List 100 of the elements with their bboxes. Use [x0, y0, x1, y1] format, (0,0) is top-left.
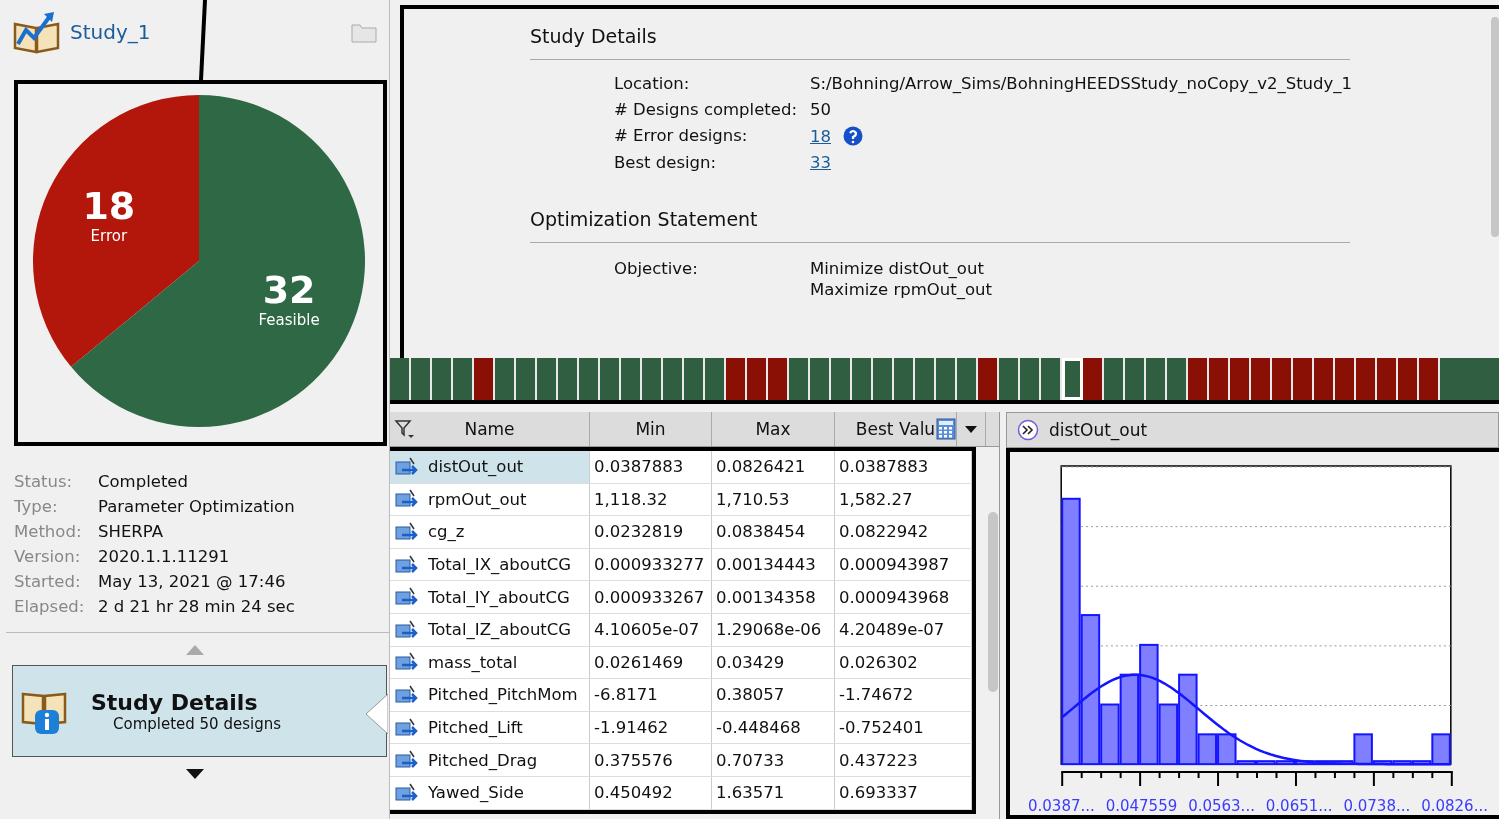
design-cell[interactable] [1398, 358, 1419, 400]
table-cell: -1.91462 [590, 711, 712, 744]
detail-label: Location: [614, 74, 691, 93]
design-link[interactable]: 33 [810, 153, 831, 172]
nav-item[interactable]: Study Details Completed 50 designs [12, 665, 387, 757]
scroll-down-icon[interactable] [185, 769, 204, 779]
table-cell[interactable]: mass_total [390, 646, 590, 679]
table-cell: 0.450492 [590, 776, 712, 809]
table-cell: 0.00134443 [712, 548, 835, 581]
table-cell: -0.448468 [712, 711, 835, 744]
slice-label: Feasible [258, 311, 320, 330]
calculator-icon[interactable] [936, 418, 956, 440]
table-cell: 4.20489e-07 [835, 613, 972, 646]
axis-label: 0.0563... [1188, 797, 1255, 815]
table-cell[interactable]: cg_z [390, 516, 590, 548]
axis-label: 0.0651... [1265, 797, 1333, 815]
table-cell[interactable]: Total_IX_aboutCG [390, 548, 590, 581]
axis-label: 0.0387... [1028, 797, 1095, 815]
book-chart-icon [12, 10, 62, 54]
info-value: Completed [98, 472, 189, 491]
table-cell[interactable]: rpmOut_out [390, 483, 590, 516]
nav-subtitle: Completed 50 designs [113, 714, 281, 733]
table-cell[interactable]: Pitched_Drag [390, 744, 590, 776]
design-cell[interactable] [1209, 358, 1230, 400]
info-label: Method: [14, 522, 83, 541]
design-cell[interactable] [1314, 358, 1335, 400]
design-cell[interactable] [1251, 358, 1272, 400]
design-cell[interactable] [1419, 358, 1440, 400]
info-value: Parameter Optimization [98, 497, 296, 516]
table-cell[interactable]: Total_IZ_aboutCG [390, 613, 590, 646]
detail-value: 50 [810, 100, 831, 119]
slice-count: 32 [262, 268, 316, 313]
table-cell[interactable]: Total_IY_aboutCG [390, 581, 590, 613]
scrollbar-thumb[interactable] [1491, 17, 1499, 237]
table-cell: 0.0826421 [712, 451, 835, 483]
column-header[interactable]: Best Valu [835, 412, 957, 446]
output-variable-icon [394, 683, 418, 706]
table-cell: 0.0387883 [835, 451, 972, 483]
axis-label: 0.047559 [1105, 797, 1178, 815]
info-label: Type: [14, 497, 59, 516]
design-cell[interactable] [1188, 358, 1209, 400]
table-cell: 0.000933267 [590, 581, 712, 613]
objective-text: Minimize distOut_out [810, 259, 985, 278]
design-cell[interactable] [1335, 358, 1356, 400]
table-cell: 0.0838454 [712, 516, 835, 548]
table-cell: 0.0232819 [590, 516, 712, 548]
expand-icon[interactable] [1017, 419, 1039, 441]
filter-icon[interactable] [394, 418, 416, 440]
design-cell[interactable] [726, 358, 747, 400]
detail-label: Objective: [614, 259, 699, 280]
design-cell[interactable] [978, 358, 999, 400]
design-cell[interactable] [1230, 358, 1251, 400]
table-cell: 1.29068e-06 [712, 613, 835, 646]
objective-text: Maximize rpmOut_out [810, 280, 993, 299]
table-cell: 0.38057 [712, 679, 835, 711]
output-variable-icon [394, 455, 418, 478]
section-title: Optimization Statement [530, 208, 1350, 243]
design-cell[interactable] [1293, 358, 1314, 400]
table-cell: 0.026302 [835, 646, 972, 679]
table-cell: 0.0387883 [590, 451, 712, 483]
column-header[interactable]: Name [390, 412, 590, 446]
info-label: Elapsed: [14, 597, 86, 616]
output-variable-icon [394, 781, 418, 804]
design-cell[interactable] [1356, 358, 1377, 400]
table-cell: 0.437223 [835, 744, 972, 776]
table-cell: 0.000943987 [835, 548, 972, 581]
table-cell: 0.693337 [835, 776, 972, 809]
design-link[interactable]: 18 [810, 126, 831, 146]
table-cell[interactable]: Pitched_Lift [390, 711, 590, 744]
table-cell: 1.63571 [712, 776, 835, 809]
column-header[interactable]: Max [712, 412, 835, 446]
table-cell: 0.000943968 [835, 581, 972, 613]
scrollbar-thumb[interactable] [988, 512, 998, 692]
table-cell[interactable]: Yawed_Side [390, 776, 590, 809]
detail-label: # Designs completed: [614, 100, 798, 119]
info-value: May 13, 2021 @ 17:46 [98, 572, 287, 591]
table-cell[interactable]: Pitched_PitchMom [390, 679, 590, 711]
output-variable-icon [394, 716, 418, 739]
column-header[interactable]: Min [590, 412, 712, 446]
help-icon[interactable] [843, 126, 863, 146]
design-cell[interactable] [1272, 358, 1293, 400]
pointer-notch-icon [364, 694, 388, 734]
design-cell[interactable] [1083, 358, 1104, 400]
table-cell[interactable]: distOut_out [390, 451, 590, 483]
design-cell[interactable] [474, 358, 495, 400]
table-cell: 0.000933277 [590, 548, 712, 581]
design-cell[interactable] [1377, 358, 1398, 400]
detail-value: S:/Bohning/Arrow_Sims/BohningHEEDSStudy_noCopy_v2_Study_1 [810, 74, 1353, 93]
info-value: 2 d 21 hr 28 min 24 sec [98, 597, 296, 616]
design-cell[interactable] [747, 358, 768, 400]
output-variable-icon [394, 553, 418, 576]
info-label: Version: [14, 547, 82, 566]
table-cell: 1,710.53 [712, 483, 835, 516]
axis-label: 0.0826... [1421, 797, 1488, 815]
table-cell: 1,582.27 [835, 483, 972, 516]
table-cell: 0.00134358 [712, 581, 835, 613]
slice-label: Error [90, 226, 127, 245]
info-value: SHERPA [98, 522, 164, 541]
design-cell[interactable] [768, 358, 789, 400]
axis-label: 0.0738... [1343, 797, 1411, 815]
